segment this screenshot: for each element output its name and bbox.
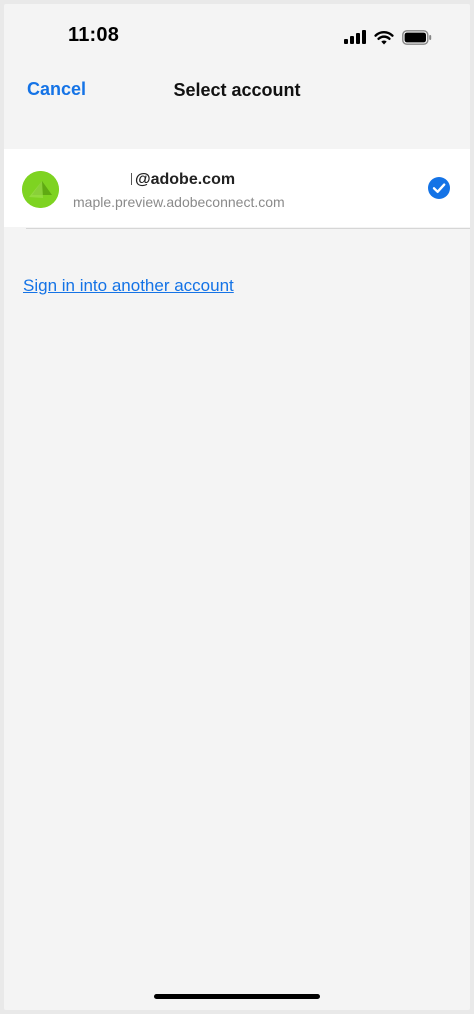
- account-server: maple.preview.adobeconnect.com: [73, 194, 285, 210]
- page-title: Select account: [173, 80, 301, 100]
- account-email-domain: @adobe.com: [135, 171, 236, 188]
- status-time: 11:08: [68, 24, 120, 46]
- status-bar: 11:08: [4, 4, 470, 68]
- battery-icon: [402, 29, 432, 45]
- account-email: @adobe.com: [73, 171, 235, 189]
- checkmark-icon: [428, 177, 450, 199]
- screen: 11:08 Cancel Select account @adobe.com m…: [4, 4, 470, 1010]
- account-list-item[interactable]: @adobe.com maple.preview.adobeconnect.co…: [4, 149, 470, 227]
- avatar: [22, 171, 59, 208]
- sign-in-another-account-link[interactable]: Sign in into another account: [23, 276, 234, 296]
- divider: [26, 228, 470, 229]
- email-redaction-mark: [131, 173, 132, 185]
- status-icons: [344, 28, 432, 46]
- home-indicator[interactable]: [154, 994, 320, 999]
- wifi-icon: [374, 30, 394, 44]
- signal-icon: [344, 30, 366, 44]
- avatar-logo-icon: [22, 171, 59, 208]
- nav-bar: Cancel Select account: [4, 68, 470, 118]
